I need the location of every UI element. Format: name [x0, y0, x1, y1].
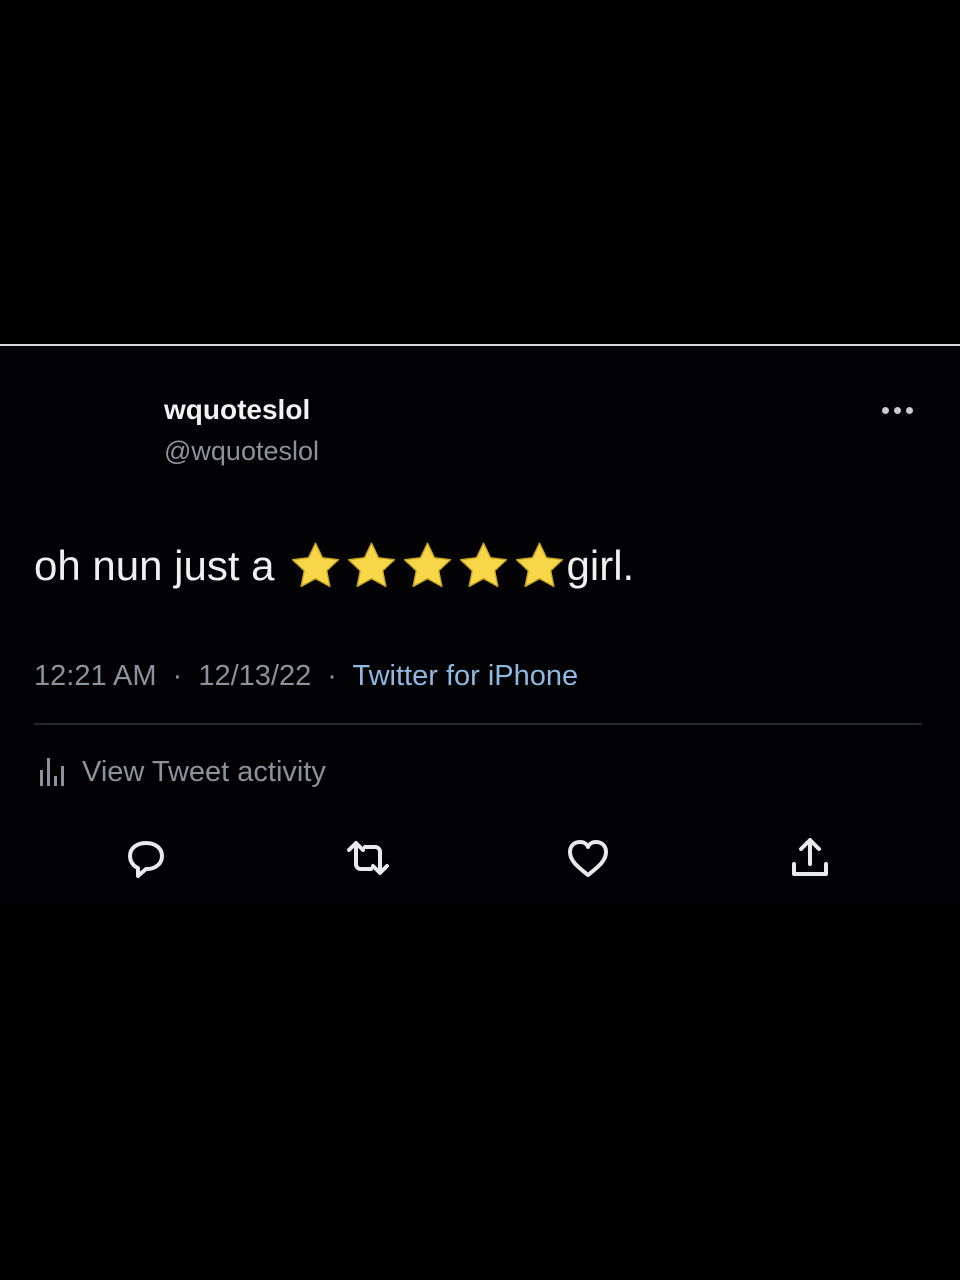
share-button[interactable] — [780, 830, 840, 886]
tweet-time[interactable]: 12:21 AM — [34, 660, 157, 692]
more-icon-dot — [893, 406, 901, 414]
star-icon — [403, 542, 451, 588]
bar-chart-icon — [40, 758, 64, 786]
more-icon-dot — [905, 406, 913, 414]
more-options-button[interactable] — [872, 392, 922, 428]
meta-separator: · — [172, 660, 183, 692]
meta-separator: · — [327, 660, 337, 692]
tweet-text-after: girl. — [566, 542, 635, 589]
tweet-text: oh nun just a girl. — [34, 538, 634, 594]
view-tweet-activity-link[interactable]: View Tweet activity — [34, 750, 326, 794]
share-icon — [792, 838, 828, 876]
reply-button[interactable] — [116, 830, 176, 886]
view-tweet-activity-label: View Tweet activity — [82, 755, 326, 788]
heart-icon — [568, 840, 608, 877]
user-handle[interactable]: @wquoteslol — [164, 434, 319, 468]
retweet-icon — [347, 841, 389, 875]
retweet-button[interactable] — [338, 830, 398, 886]
tweet-date[interactable]: 12/13/22 — [198, 660, 311, 692]
star-icon — [515, 542, 563, 588]
like-button[interactable] — [558, 830, 618, 886]
tweet-source[interactable]: Twitter for iPhone — [353, 660, 579, 692]
more-icon — [881, 406, 889, 414]
tweet-card — [0, 346, 960, 906]
star-icon — [459, 542, 507, 588]
tweet-meta: 12:21 AM · 12/13/22 · Twitter for iPhone — [34, 656, 578, 696]
divider — [34, 723, 922, 725]
star-icon — [347, 542, 395, 588]
display-name[interactable]: wquoteslol — [164, 392, 310, 428]
star-icon — [291, 542, 339, 588]
star-rating — [287, 539, 567, 593]
reply-icon — [128, 841, 164, 878]
tweet-text-before: oh nun just a — [34, 542, 275, 589]
